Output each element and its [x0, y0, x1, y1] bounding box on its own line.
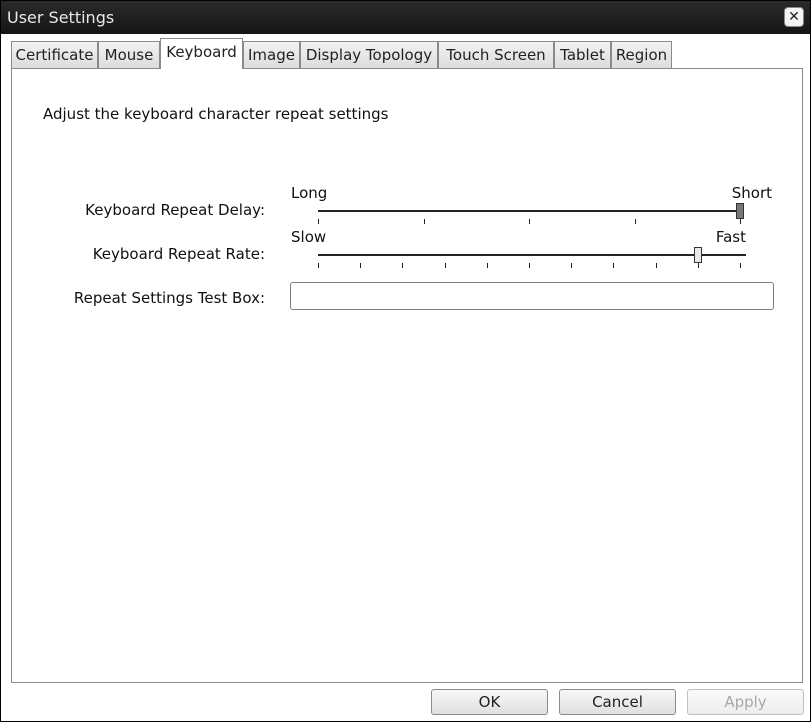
delay-tick	[740, 219, 741, 224]
tab-tablet[interactable]: Tablet	[554, 41, 611, 69]
test-box-label: Repeat Settings Test Box:	[73, 289, 265, 307]
delay-thumb[interactable]	[736, 203, 744, 219]
rate-tick	[571, 263, 572, 268]
rate-tick	[402, 263, 403, 268]
repeat-rate-slider[interactable]: Slow Fast	[287, 228, 777, 268]
ok-button[interactable]: OK	[431, 689, 548, 715]
rate-track	[318, 254, 746, 256]
repeat-test-input[interactable]	[290, 282, 774, 310]
delay-max-label: Short	[731, 184, 772, 202]
rate-tick	[445, 263, 446, 268]
keyboard-description: Adjust the keyboard character repeat set…	[43, 105, 389, 123]
tab-touch-screen[interactable]: Touch Screen	[438, 41, 554, 69]
rate-tick	[698, 263, 699, 268]
tab-region[interactable]: Region	[611, 41, 672, 69]
cancel-button[interactable]: Cancel	[559, 689, 676, 715]
rate-tick	[487, 263, 488, 268]
rate-tick	[318, 263, 319, 268]
tab-keyboard[interactable]: Keyboard	[160, 38, 243, 69]
repeat-delay-label: Keyboard Repeat Delay:	[85, 201, 265, 219]
tab-certificate[interactable]: Certificate	[11, 41, 98, 69]
window-title: User Settings	[7, 8, 115, 27]
delay-tick	[424, 219, 425, 224]
delay-track	[318, 210, 742, 212]
rate-min-label: Slow	[291, 228, 327, 246]
repeat-delay-slider[interactable]: Long Short	[287, 184, 777, 224]
title-bar: User Settings ✕	[1, 1, 810, 34]
rate-tick	[529, 263, 530, 268]
delay-min-label: Long	[291, 184, 328, 202]
rate-max-label: Fast	[715, 228, 746, 246]
rate-tick	[740, 263, 741, 268]
rate-tick	[613, 263, 614, 268]
close-button[interactable]: ✕	[784, 7, 804, 27]
keyboard-panel: Adjust the keyboard character repeat set…	[11, 68, 803, 683]
repeat-rate-label: Keyboard Repeat Rate:	[92, 245, 265, 263]
delay-tick	[635, 219, 636, 224]
rate-thumb[interactable]	[694, 247, 702, 263]
user-settings-window: User Settings ✕ Certificate Mouse Keyboa…	[0, 0, 811, 722]
rate-tick	[656, 263, 657, 268]
apply-button[interactable]: Apply	[687, 689, 804, 715]
close-icon: ✕	[788, 9, 800, 25]
tab-display-topology[interactable]: Display Topology	[300, 41, 438, 69]
rate-tick	[360, 263, 361, 268]
tab-image[interactable]: Image	[243, 41, 300, 69]
tab-mouse[interactable]: Mouse	[98, 41, 160, 69]
delay-tick	[529, 219, 530, 224]
delay-tick	[318, 219, 319, 224]
